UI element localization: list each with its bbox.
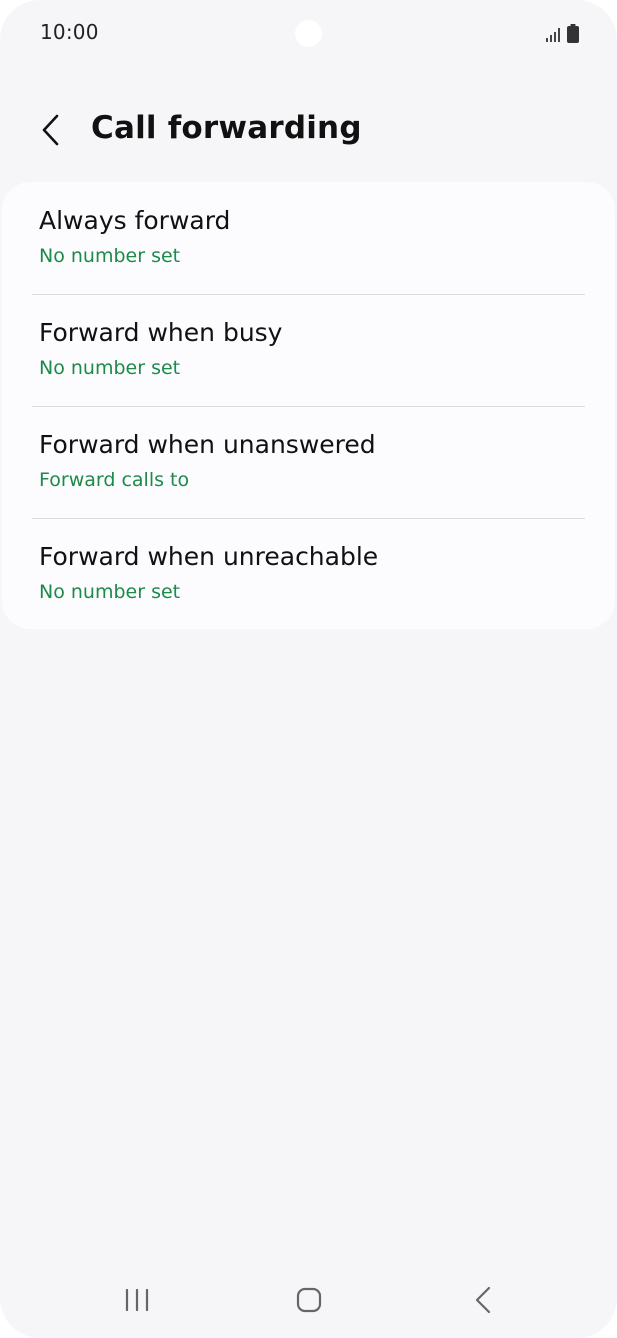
front-camera [295, 20, 322, 47]
option-forward-when-unreachable[interactable]: Forward when unreachable No number set [2, 518, 615, 630]
forwarding-options-card: Always forward No number set Forward whe… [2, 182, 615, 629]
status-time: 10:00 [40, 20, 99, 44]
option-title: Forward when unreachable [39, 542, 379, 571]
back-icon [475, 1286, 491, 1314]
option-subtitle: Forward calls to [39, 469, 190, 491]
option-subtitle: No number set [39, 357, 181, 379]
option-forward-when-unanswered[interactable]: Forward when unanswered Forward calls to [2, 406, 615, 518]
home-button[interactable] [284, 1280, 334, 1320]
navigation-bar [0, 1270, 617, 1330]
home-icon [296, 1287, 322, 1313]
nav-back-button[interactable] [458, 1280, 508, 1320]
status-bar: 10:00 [0, 0, 617, 68]
option-title: Forward when busy [39, 318, 283, 347]
option-forward-when-busy[interactable]: Forward when busy No number set [2, 294, 615, 406]
phone-screen: 10:00 Call forwarding Always forward No … [0, 0, 617, 1338]
option-subtitle: No number set [39, 581, 181, 603]
battery-icon [567, 24, 579, 43]
status-icons [545, 24, 579, 43]
recent-apps-button[interactable] [112, 1280, 162, 1320]
recent-apps-icon [125, 1288, 149, 1312]
chevron-left-icon [42, 114, 59, 146]
back-button[interactable] [28, 108, 72, 152]
page-title: Call forwarding [91, 110, 362, 146]
option-title: Always forward [39, 206, 231, 235]
option-always-forward[interactable]: Always forward No number set [2, 182, 615, 294]
option-title: Forward when unanswered [39, 430, 376, 459]
option-subtitle: No number set [39, 245, 181, 267]
signal-icon [546, 28, 560, 42]
app-header: Call forwarding [0, 100, 617, 164]
